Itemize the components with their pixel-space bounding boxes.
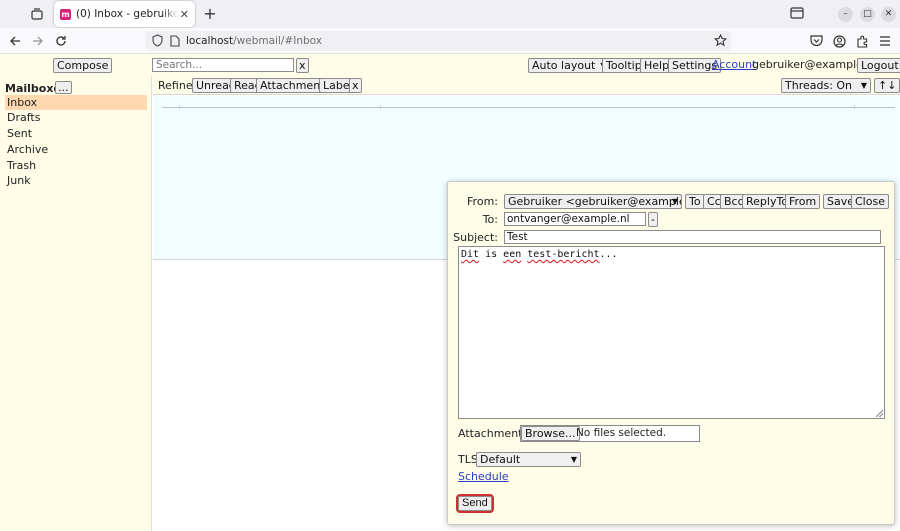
to-field[interactable]: ontvanger@example.nl <box>504 212 646 226</box>
tls-select-value: Default <box>480 453 521 466</box>
logout-button[interactable]: Logout <box>857 58 900 73</box>
body-word: test-bericht <box>527 249 600 260</box>
schedule-link[interactable]: Schedule <box>458 470 509 483</box>
mailbox-drafts[interactable]: Drafts <box>5 110 147 125</box>
sort-button[interactable]: ↑↓ <box>874 78 900 93</box>
column-divider[interactable] <box>380 105 381 109</box>
column-divider[interactable] <box>179 105 180 109</box>
layout-select-value: Auto layout <box>532 59 596 72</box>
page-icon <box>170 35 180 50</box>
mailbox-archive[interactable]: Archive <box>5 142 147 157</box>
webmail-favicon-icon: m <box>60 8 71 20</box>
tab-close-icon[interactable]: ✕ <box>180 8 189 21</box>
tls-label: TLS <box>458 453 478 466</box>
close-window-icon[interactable]: ✕ <box>881 7 896 22</box>
send-button[interactable]: Send <box>456 494 494 513</box>
threads-select-value: Threads: On <box>785 79 853 92</box>
browser-tab-bar: m (0) Inbox - gebruiker@example.nl ✕ + –… <box>0 0 900 28</box>
url-host: localhost <box>186 35 234 47</box>
browser-nav-bar: localhost/webmail/#Inbox <box>0 28 900 54</box>
mailbox-junk[interactable]: Junk <box>5 173 147 188</box>
refine-label: Refine: <box>158 79 197 92</box>
shield-icon[interactable] <box>152 34 163 50</box>
refine-clear-button[interactable]: x <box>349 78 362 93</box>
add-to-button[interactable]: To <box>685 194 705 209</box>
bookmark-star-icon[interactable] <box>713 33 728 50</box>
chevron-down-icon: ▼ <box>570 455 577 464</box>
back-arrow-icon[interactable] <box>7 33 23 49</box>
subject-field[interactable]: Test <box>504 230 881 244</box>
minimize-window-icon[interactable]: – <box>838 7 853 22</box>
tab-overview-icon[interactable] <box>790 7 804 19</box>
attachments-label: Attachments <box>458 427 529 440</box>
search-clear-button[interactable]: x <box>296 58 309 73</box>
from-label: From: <box>467 195 498 208</box>
account-icon[interactable] <box>831 33 847 49</box>
layout-select[interactable]: Auto layout▼ <box>528 58 611 73</box>
body-word: een <box>503 249 522 260</box>
address-bar[interactable]: localhost/webmail/#Inbox <box>146 31 731 51</box>
browse-button[interactable]: Browse... <box>521 426 580 441</box>
tls-select[interactable]: Default ▼ <box>476 452 581 467</box>
account-link[interactable]: Account <box>712 58 756 71</box>
add-from-button[interactable]: From <box>785 194 821 209</box>
maximize-window-icon[interactable]: □ <box>860 7 875 22</box>
to-label: To: <box>482 213 498 226</box>
refine-bar: Refine: Unread Read Attachments Label x … <box>153 76 900 95</box>
threads-select[interactable]: Threads: On ▼ <box>781 78 871 93</box>
body-word: Dit <box>461 249 480 260</box>
search-input[interactable]: Search... <box>152 58 294 72</box>
forward-arrow-icon[interactable] <box>30 33 46 49</box>
browser-tab-inbox[interactable]: m (0) Inbox - gebruiker@example.nl ✕ <box>54 1 195 27</box>
pocket-icon[interactable] <box>808 33 824 49</box>
chevron-down-icon: ▼ <box>671 197 678 206</box>
close-button[interactable]: Close <box>851 194 889 209</box>
tab-title: (0) Inbox - gebruiker@example.nl <box>76 8 178 20</box>
chevron-down-icon: ▼ <box>860 81 867 90</box>
compose-button[interactable]: Compose <box>53 58 113 73</box>
resize-handle-icon[interactable] <box>876 410 883 417</box>
body-word: ... <box>599 249 618 260</box>
new-tab-icon[interactable]: + <box>202 6 218 22</box>
file-input[interactable]: Browse... No files selected. <box>520 425 700 442</box>
mailbox-inbox[interactable]: Inbox <box>5 95 147 110</box>
compose-window: From: Gebruiker <gebruiker@example.nl>▼ … <box>447 181 895 525</box>
mailbox-sent[interactable]: Sent <box>5 126 147 141</box>
hamburger-menu-icon[interactable] <box>877 33 893 49</box>
top-bar: Compose Search... x Auto layout▼ Tooltip… <box>0 54 900 76</box>
from-select[interactable]: Gebruiker <gebruiker@example.nl>▼ <box>504 194 682 209</box>
body-word: is <box>485 249 498 260</box>
extensions-icon[interactable] <box>854 33 870 49</box>
url-path: /webmail/#Inbox <box>233 35 322 47</box>
from-select-value: Gebruiker <gebruiker@example.nl> <box>508 195 681 208</box>
tab-list-icon[interactable] <box>27 5 47 23</box>
no-files-text: No files selected. <box>576 427 667 439</box>
mailbox-trash[interactable]: Trash <box>5 158 147 173</box>
message-list-header <box>162 103 895 109</box>
message-body-textarea[interactable]: Dit is een test-bericht... <box>458 246 885 419</box>
mailbox-more-button[interactable]: ... <box>55 81 72 94</box>
reload-icon[interactable] <box>53 33 69 49</box>
remove-recipient-button[interactable]: - <box>648 212 658 227</box>
subject-label: Subject: <box>453 231 498 244</box>
column-divider[interactable] <box>854 105 855 109</box>
